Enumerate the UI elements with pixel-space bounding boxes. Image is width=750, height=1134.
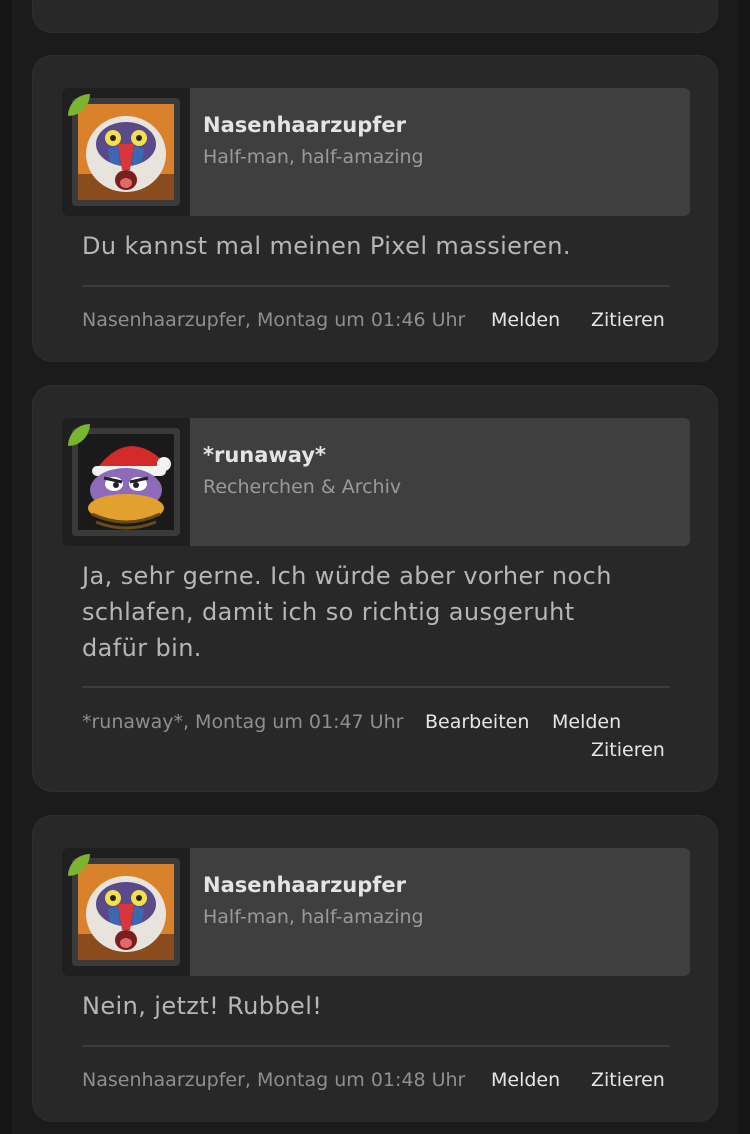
avatar[interactable] [62, 88, 190, 216]
post-card: *runaway* Recherchen & Archiv Ja, sehr g… [32, 385, 718, 792]
report-button[interactable]: Melden [552, 711, 621, 733]
message-line: Ja, sehr gerne. Ich würde aber vorher no… [82, 562, 612, 590]
report-button[interactable]: Melden [491, 1069, 560, 1091]
mandrill-avatar-icon [72, 858, 180, 966]
post-message: Ja, sehr gerne. Ich würde aber vorher no… [82, 558, 682, 666]
user-info-box: *runaway* Recherchen & Archiv [62, 418, 690, 546]
post-meta: *runaway*, Montag um 01:47 Uhr [82, 711, 404, 733]
previous-post-card [32, 0, 718, 33]
post-card: Nasenhaarzupfer Half-man, half-amazing D… [32, 55, 718, 362]
left-page-edge [0, 0, 12, 1134]
user-title: Half-man, half-amazing [203, 146, 424, 168]
quote-button[interactable]: Zitieren [591, 309, 665, 331]
username[interactable]: Nasenhaarzupfer [203, 113, 406, 137]
edit-button[interactable]: Bearbeiten [425, 711, 529, 733]
post-divider [82, 686, 670, 688]
post-divider [82, 1045, 670, 1047]
quote-button[interactable]: Zitieren [591, 739, 665, 761]
post-divider [82, 285, 670, 287]
post-meta: Nasenhaarzupfer, Montag um 01:48 Uhr [82, 1069, 466, 1091]
mandrill-avatar-icon [72, 98, 180, 206]
post-card: Nasenhaarzupfer Half-man, half-amazing N… [32, 815, 718, 1122]
username[interactable]: *runaway* [203, 443, 326, 467]
quote-button[interactable]: Zitieren [591, 1069, 665, 1091]
post-message: Nein, jetzt! Rubbel! [82, 992, 323, 1020]
message-line: schlafen, damit ich so richtig ausgeruht [82, 598, 575, 626]
user-title: Recherchen & Archiv [203, 476, 402, 498]
user-info-box: Nasenhaarzupfer Half-man, half-amazing [62, 848, 690, 976]
avatar[interactable] [62, 848, 190, 976]
post-message: Du kannst mal meinen Pixel massieren. [82, 232, 571, 260]
avatar[interactable] [62, 418, 190, 546]
username[interactable]: Nasenhaarzupfer [203, 873, 406, 897]
message-line: dafür bin. [82, 634, 202, 662]
user-title: Half-man, half-amazing [203, 906, 424, 928]
user-info-box: Nasenhaarzupfer Half-man, half-amazing [62, 88, 690, 216]
post-meta: Nasenhaarzupfer, Montag um 01:46 Uhr [82, 309, 466, 331]
report-button[interactable]: Melden [491, 309, 560, 331]
santa-duck-avatar-icon [72, 428, 180, 536]
right-page-edge [738, 0, 750, 1134]
